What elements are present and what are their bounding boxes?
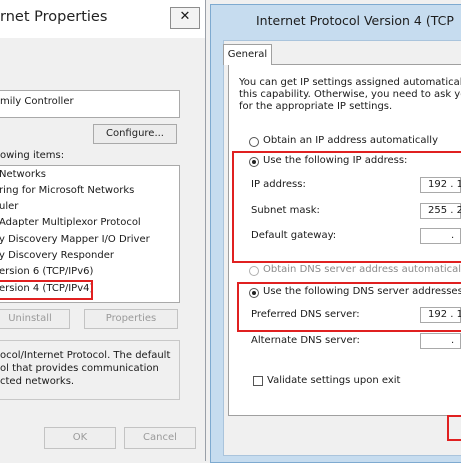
radio-manual-dns[interactable] bbox=[249, 288, 259, 298]
subnet-mask-label: Subnet mask: bbox=[251, 205, 320, 216]
items-label: owing items: bbox=[0, 150, 65, 161]
ip-address-field[interactable]: 192 . 1 bbox=[420, 177, 461, 193]
ok-button-highlight-box bbox=[447, 415, 461, 441]
default-gateway-label: Default gateway: bbox=[251, 230, 337, 241]
radio-auto-dns[interactable] bbox=[249, 266, 259, 276]
subnet-mask-field[interactable]: 255 . 2 bbox=[420, 203, 461, 219]
description-line: cted networks. bbox=[0, 376, 75, 387]
default-gateway-field[interactable]: . bbox=[420, 228, 461, 244]
list-item[interactable]: Adapter Multiplexor Protocol bbox=[0, 217, 141, 233]
ipv4-highlight-box bbox=[0, 280, 93, 300]
adapter-name: mily Controller bbox=[0, 96, 74, 107]
radio-auto-ip[interactable] bbox=[249, 137, 259, 147]
description-line: ol that provides communication bbox=[0, 363, 159, 374]
validate-label: Validate settings upon exit bbox=[267, 375, 401, 386]
right-dialog-title: Internet Protocol Version 4 (TCP bbox=[256, 13, 454, 28]
preferred-dns-label: Preferred DNS server: bbox=[251, 309, 360, 320]
radio-manual-ip[interactable] bbox=[249, 157, 259, 167]
description-line: ocol/Internet Protocol. The default bbox=[0, 350, 171, 361]
tab-general[interactable]: General bbox=[223, 44, 272, 65]
validate-checkbox[interactable] bbox=[253, 376, 263, 386]
alternate-dns-label: Alternate DNS server: bbox=[251, 335, 360, 346]
list-item[interactable]: y Discovery Responder bbox=[0, 250, 114, 266]
cancel-button[interactable]: Cancel bbox=[124, 427, 196, 449]
list-item[interactable]: y Discovery Mapper I/O Driver bbox=[0, 234, 150, 250]
ip-address-label: IP address: bbox=[251, 179, 306, 190]
radio-manual-dns-label: Use the following DNS server addresses: bbox=[263, 286, 461, 297]
list-item[interactable]: uler bbox=[0, 201, 18, 217]
preferred-dns-field[interactable]: 192 . 1 bbox=[420, 307, 461, 323]
list-item[interactable]: ring for Microsoft Networks bbox=[0, 185, 134, 201]
list-item[interactable]: Networks bbox=[0, 169, 46, 185]
radio-auto-dns-label: Obtain DNS server address automatically bbox=[263, 264, 461, 275]
intro-line: for the appropriate IP settings. bbox=[239, 101, 393, 112]
intro-line: this capability. Otherwise, you need to … bbox=[239, 89, 461, 100]
properties-button[interactable]: Properties bbox=[84, 309, 178, 329]
uninstall-button[interactable]: Uninstall bbox=[0, 309, 70, 329]
intro-line: You can get IP settings assigned automat… bbox=[239, 77, 461, 88]
radio-manual-ip-label: Use the following IP address: bbox=[263, 155, 408, 166]
left-dialog-title: rnet Properties bbox=[0, 9, 108, 25]
alternate-dns-field[interactable]: . bbox=[420, 333, 461, 349]
close-button[interactable]: ✕ bbox=[170, 7, 200, 29]
configure-button[interactable]: Configure... bbox=[93, 124, 177, 144]
ok-button[interactable]: OK bbox=[44, 427, 116, 449]
radio-auto-ip-label: Obtain an IP address automatically bbox=[263, 135, 439, 146]
